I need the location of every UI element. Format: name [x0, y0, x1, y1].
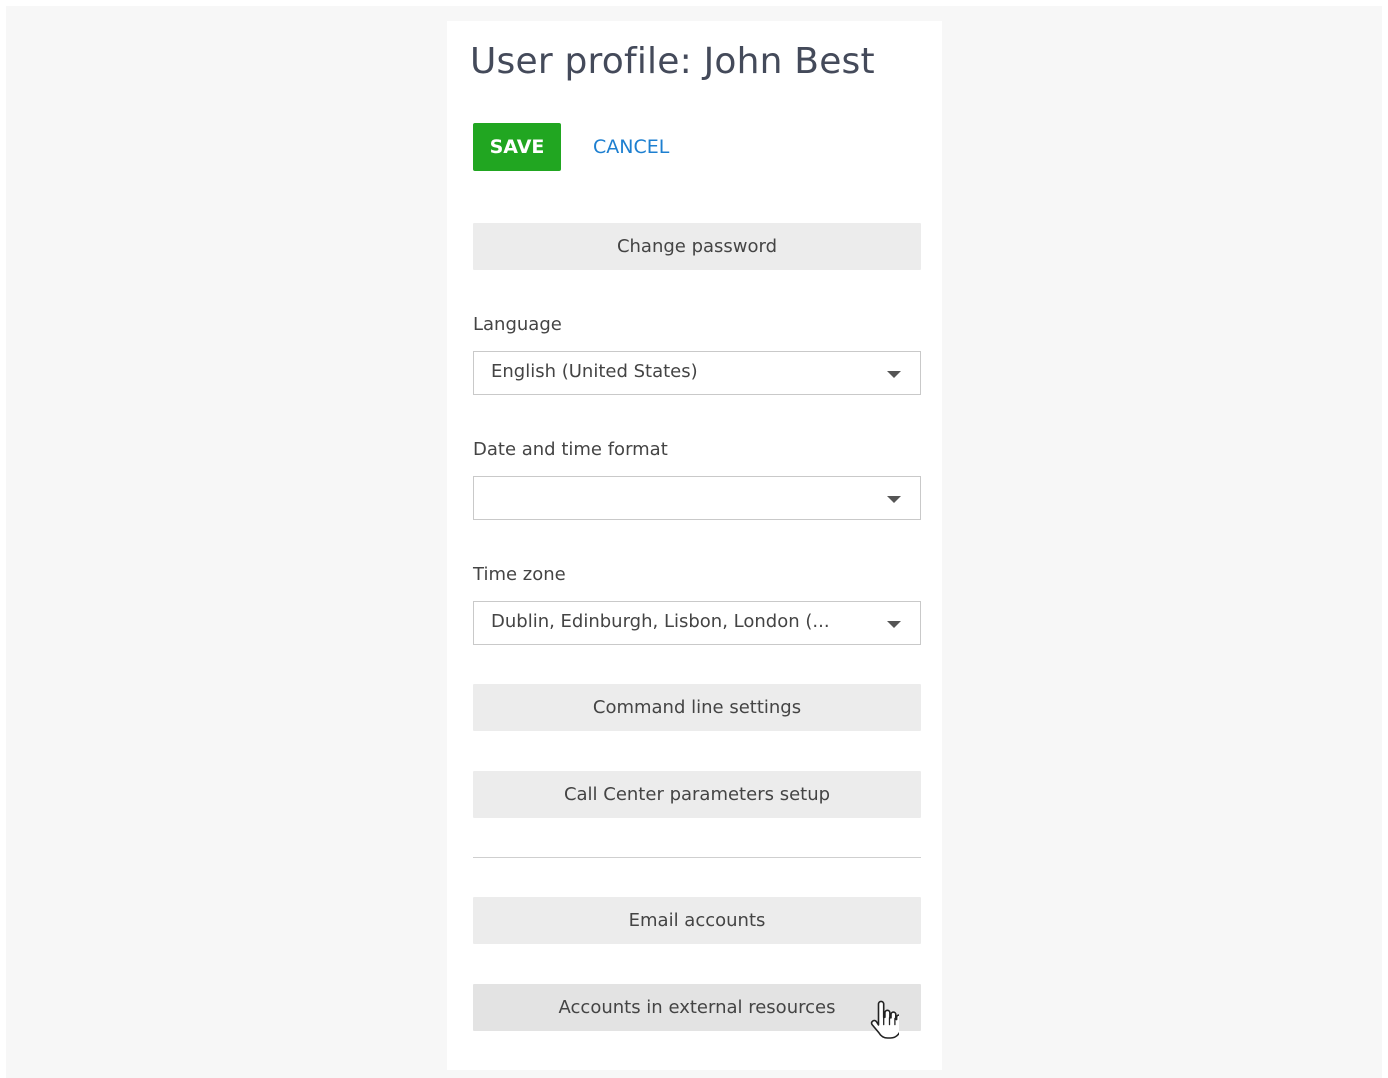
chevron-down-icon	[887, 496, 901, 503]
email-accounts-button[interactable]: Email accounts	[473, 897, 921, 944]
date-time-format-label: Date and time format	[473, 439, 668, 460]
language-select[interactable]: English (United States)	[473, 351, 921, 395]
time-zone-select[interactable]: Dublin, Edinburgh, Lisbon, London (...	[473, 601, 921, 645]
time-zone-select-value: Dublin, Edinburgh, Lisbon, London (...	[491, 611, 830, 632]
save-button[interactable]: SAVE	[473, 123, 561, 171]
cancel-button[interactable]: CANCEL	[583, 123, 679, 171]
chevron-down-icon	[887, 371, 901, 378]
page-title: User profile: John Best	[470, 41, 875, 82]
date-time-format-select[interactable]	[473, 476, 921, 520]
user-profile-panel: User profile: John Best SAVE CANCEL Chan…	[447, 21, 942, 1070]
language-select-value: English (United States)	[491, 361, 698, 382]
language-label: Language	[473, 314, 562, 335]
command-line-settings-button[interactable]: Command line settings	[473, 684, 921, 731]
chevron-down-icon	[887, 621, 901, 628]
hand-pointer-icon	[870, 1000, 899, 1039]
external-accounts-button[interactable]: Accounts in external resources	[473, 984, 921, 1031]
time-zone-label: Time zone	[473, 564, 566, 585]
section-divider	[473, 857, 921, 858]
change-password-button[interactable]: Change password	[473, 223, 921, 270]
call-center-setup-button[interactable]: Call Center parameters setup	[473, 771, 921, 818]
